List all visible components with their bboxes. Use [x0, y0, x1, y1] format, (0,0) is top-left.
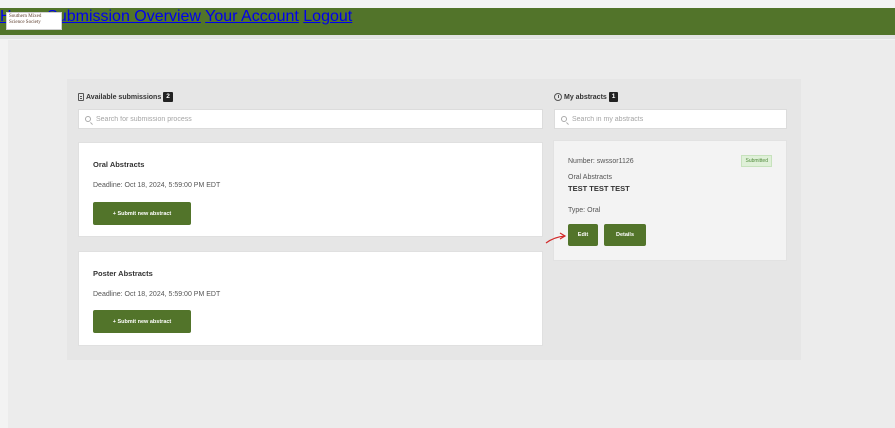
abstract-category: Oral Abstracts — [568, 174, 612, 181]
available-submissions-heading: Available submissions 2 — [78, 92, 173, 102]
logo-line-2: Science Society — [9, 20, 41, 25]
site-logo[interactable]: Southern Mixed Science Society — [6, 12, 62, 30]
my-abstracts-title: My abstracts — [564, 93, 607, 101]
abstract-number: Number: swssor1126 — [568, 158, 634, 165]
submit-new-abstract-button[interactable]: + Submit new abstract — [93, 202, 191, 225]
abstract-title: TEST TEST TEST — [568, 184, 630, 193]
search-icon — [85, 116, 91, 122]
my-abstracts-count: 1 — [608, 92, 619, 102]
submission-search-input[interactable] — [96, 115, 508, 123]
submit-new-abstract-button[interactable]: + Submit new abstract — [93, 310, 191, 333]
header-divider — [0, 35, 895, 39]
nav-your-account-link[interactable]: Your Account — [205, 8, 299, 25]
submission-card-title: Oral Abstracts — [93, 160, 145, 169]
abstract-type: Type: Oral — [568, 207, 601, 214]
submission-search-field[interactable] — [78, 109, 543, 129]
status-badge: Submitted — [741, 155, 772, 167]
top-navigation-bar: Southern Mixed Science Society Home Subm… — [0, 8, 895, 35]
submission-card-poster: Poster Abstracts Deadline: Oct 18, 2024,… — [78, 251, 543, 346]
available-submissions-count: 2 — [163, 92, 173, 102]
document-icon — [78, 93, 84, 101]
nav-submission-overview-link[interactable]: Submission Overview — [47, 8, 201, 25]
submission-card-title: Poster Abstracts — [93, 269, 153, 278]
available-submissions-title: Available submissions — [86, 93, 162, 101]
abstract-card: Number: swssor1126 Submitted Oral Abstra… — [553, 140, 787, 261]
details-button[interactable]: Details — [604, 224, 646, 246]
clock-icon — [554, 93, 562, 101]
abstract-search-input[interactable] — [572, 115, 775, 123]
nav-logout-link[interactable]: Logout — [303, 8, 352, 25]
submission-card-oral: Oral Abstracts Deadline: Oct 18, 2024, 5… — [78, 142, 543, 237]
annotation-arrow-icon — [545, 232, 567, 244]
submission-card-deadline: Deadline: Oct 18, 2024, 5:59:00 PM EDT — [93, 182, 221, 189]
submission-card-deadline: Deadline: Oct 18, 2024, 5:59:00 PM EDT — [93, 291, 221, 298]
abstract-search-field[interactable] — [554, 109, 787, 129]
edit-button[interactable]: Edit — [568, 224, 598, 246]
search-icon — [561, 116, 567, 122]
my-abstracts-heading: My abstracts 1 — [554, 92, 619, 102]
